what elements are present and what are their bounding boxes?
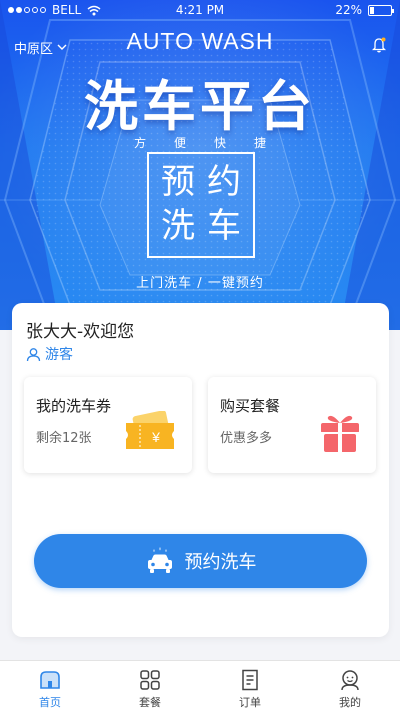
tab-orders-label: 订单	[239, 696, 261, 709]
car-wash-icon	[147, 547, 172, 573]
battery-percent: 22%	[335, 3, 362, 17]
user-greeting: 张大大-欢迎您	[26, 322, 135, 342]
user-role-label: 游客	[45, 347, 73, 363]
hero-box-line-2: 洗车	[161, 206, 253, 246]
home-icon	[40, 671, 60, 689]
tab-packages[interactable]: 套餐	[100, 661, 200, 710]
hero-slogan: 方便快捷	[133, 136, 294, 150]
tab-orders[interactable]: 订单	[200, 661, 300, 710]
order-document-icon	[242, 669, 258, 691]
package-card-subtitle: 优惠多多	[220, 431, 273, 446]
tab-profile[interactable]: 我的	[300, 661, 400, 710]
svg-text:¥: ¥	[151, 429, 160, 445]
grid-icon	[140, 670, 160, 690]
battery-icon	[368, 4, 394, 16]
status-bar: BELL 4:21 PM 22%	[0, 0, 400, 20]
hero-box-line-1: 预约	[161, 162, 253, 202]
hero-banner: BELL 4:21 PM 22% 中原区 AUTO WASH 洗车平台 方便快捷…	[0, 0, 400, 330]
hero-title: 洗车平台	[84, 75, 316, 138]
coupon-card[interactable]: 我的洗车券 剩余12张 ¥	[24, 377, 192, 473]
main-card: 张大大-欢迎您 游客 我的洗车券 剩余12张 ¥ 购买套餐 优惠多多 预约洗车	[12, 303, 389, 637]
coupon-card-title: 我的洗车券	[36, 397, 112, 415]
profile-icon	[341, 670, 359, 691]
package-card[interactable]: 购买套餐 优惠多多	[208, 377, 376, 473]
package-card-title: 购买套餐	[220, 397, 281, 415]
tab-home-label: 首页	[39, 696, 61, 709]
tab-home[interactable]: 首页	[0, 661, 100, 710]
tab-packages-label: 套餐	[139, 696, 161, 709]
tab-profile-label: 我的	[339, 696, 361, 709]
user-icon	[26, 347, 41, 361]
status-right: 22%	[335, 3, 394, 17]
coupon-card-subtitle: 剩余12张	[36, 431, 92, 446]
tab-bar: 首页 套餐 订单 我的	[0, 660, 400, 710]
user-role: 游客	[26, 344, 73, 364]
gift-box-icon	[321, 415, 359, 452]
hero-english-title: AUTO WASH	[126, 28, 274, 54]
hero-booking-box: 预约 洗车	[147, 152, 255, 258]
coupon-ticket-icon: ¥	[126, 411, 174, 449]
hero-service-line: 上门洗车 / 一键预约	[136, 276, 264, 291]
book-wash-label: 预约洗车	[184, 552, 257, 573]
book-wash-button[interactable]: 预约洗车	[34, 534, 367, 588]
